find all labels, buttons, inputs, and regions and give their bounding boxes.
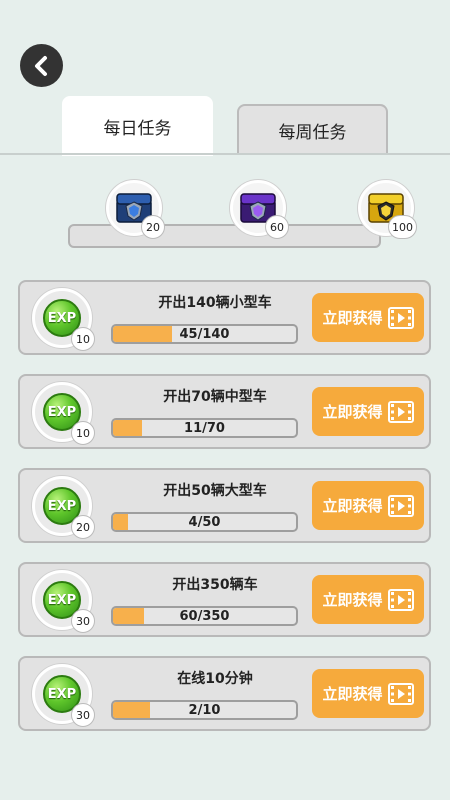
exp-label: EXP <box>47 310 77 326</box>
claim-button[interactable]: 立即获得 <box>312 481 424 530</box>
task-progress-bar: 2/10 <box>111 700 298 720</box>
exp-label: EXP <box>47 686 77 702</box>
task-title: 开出350辆车 <box>172 577 258 593</box>
claim-button[interactable]: 立即获得 <box>312 293 424 342</box>
task-progress-bar: 45/140 <box>111 324 298 344</box>
task-progress-text: 11/70 <box>184 420 225 436</box>
video-play-icon <box>387 306 414 329</box>
task-progress-text: 45/140 <box>179 326 230 342</box>
task-title: 在线10分钟 <box>177 671 253 687</box>
task-progress-bar: 11/70 <box>111 418 298 438</box>
chevron-left-icon <box>34 55 47 76</box>
exp-amount: 10 <box>71 327 95 351</box>
tab-weekly[interactable]: 每周任务 <box>237 104 388 154</box>
task-title: 开出70辆中型车 <box>163 389 267 405</box>
task-progress-text: 60/350 <box>179 608 230 624</box>
tab-daily[interactable]: 每日任务 <box>62 96 213 156</box>
chest-points-badge: 60 <box>265 215 289 239</box>
video-play-icon <box>387 588 414 611</box>
task-row: EXP 30 在线10分钟 2/10 立即获得 <box>18 656 431 731</box>
task-title: 开出50辆大型车 <box>163 483 267 499</box>
exp-amount: 30 <box>71 703 95 727</box>
claim-button-label: 立即获得 <box>322 497 383 515</box>
tab-daily-label: 每日任务 <box>103 118 172 139</box>
exp-amount: 30 <box>71 609 95 633</box>
task-progress-bar: 4/50 <box>111 512 298 532</box>
exp-amount: 20 <box>71 515 95 539</box>
claim-button[interactable]: 立即获得 <box>312 575 424 624</box>
video-play-icon <box>387 494 414 517</box>
task-row: EXP 20 开出50辆大型车 4/50 立即获得 <box>18 468 431 543</box>
chest-reward-1[interactable]: 20 <box>106 180 165 239</box>
task-tabs: 每日任务 每周任务 <box>0 96 450 156</box>
task-row: EXP 10 开出140辆小型车 45/140 立即获得 <box>18 280 431 355</box>
task-row: EXP 10 开出70辆中型车 11/70 立即获得 <box>18 374 431 449</box>
video-play-icon <box>387 400 414 423</box>
chest-points-badge: 100 <box>388 215 417 239</box>
claim-button-label: 立即获得 <box>322 591 383 609</box>
exp-label: EXP <box>47 404 77 420</box>
task-progress-text: 4/50 <box>188 514 221 530</box>
tab-weekly-label: 每周任务 <box>278 122 347 143</box>
chest-points-badge: 20 <box>141 215 165 239</box>
exp-reward: EXP 10 <box>32 382 95 445</box>
back-button[interactable] <box>20 44 63 87</box>
task-title: 开出140辆小型车 <box>158 295 272 311</box>
tab-divider <box>0 153 450 155</box>
video-play-icon <box>387 682 414 705</box>
claim-button-label: 立即获得 <box>322 309 383 327</box>
task-row: EXP 30 开出350辆车 60/350 立即获得 <box>18 562 431 637</box>
claim-button-label: 立即获得 <box>322 403 383 421</box>
exp-reward: EXP 10 <box>32 288 95 351</box>
exp-amount: 10 <box>71 421 95 445</box>
exp-label: EXP <box>47 592 77 608</box>
task-progress-bar: 60/350 <box>111 606 298 626</box>
task-progress-text: 2/10 <box>188 702 221 718</box>
claim-button[interactable]: 立即获得 <box>312 387 424 436</box>
exp-reward: EXP 20 <box>32 476 95 539</box>
exp-label: EXP <box>47 498 77 514</box>
claim-button[interactable]: 立即获得 <box>312 669 424 718</box>
chest-reward-3[interactable]: 100 <box>358 180 417 239</box>
chest-reward-2[interactable]: 60 <box>230 180 289 239</box>
exp-reward: EXP 30 <box>32 664 95 727</box>
claim-button-label: 立即获得 <box>322 685 383 703</box>
exp-reward: EXP 30 <box>32 570 95 633</box>
